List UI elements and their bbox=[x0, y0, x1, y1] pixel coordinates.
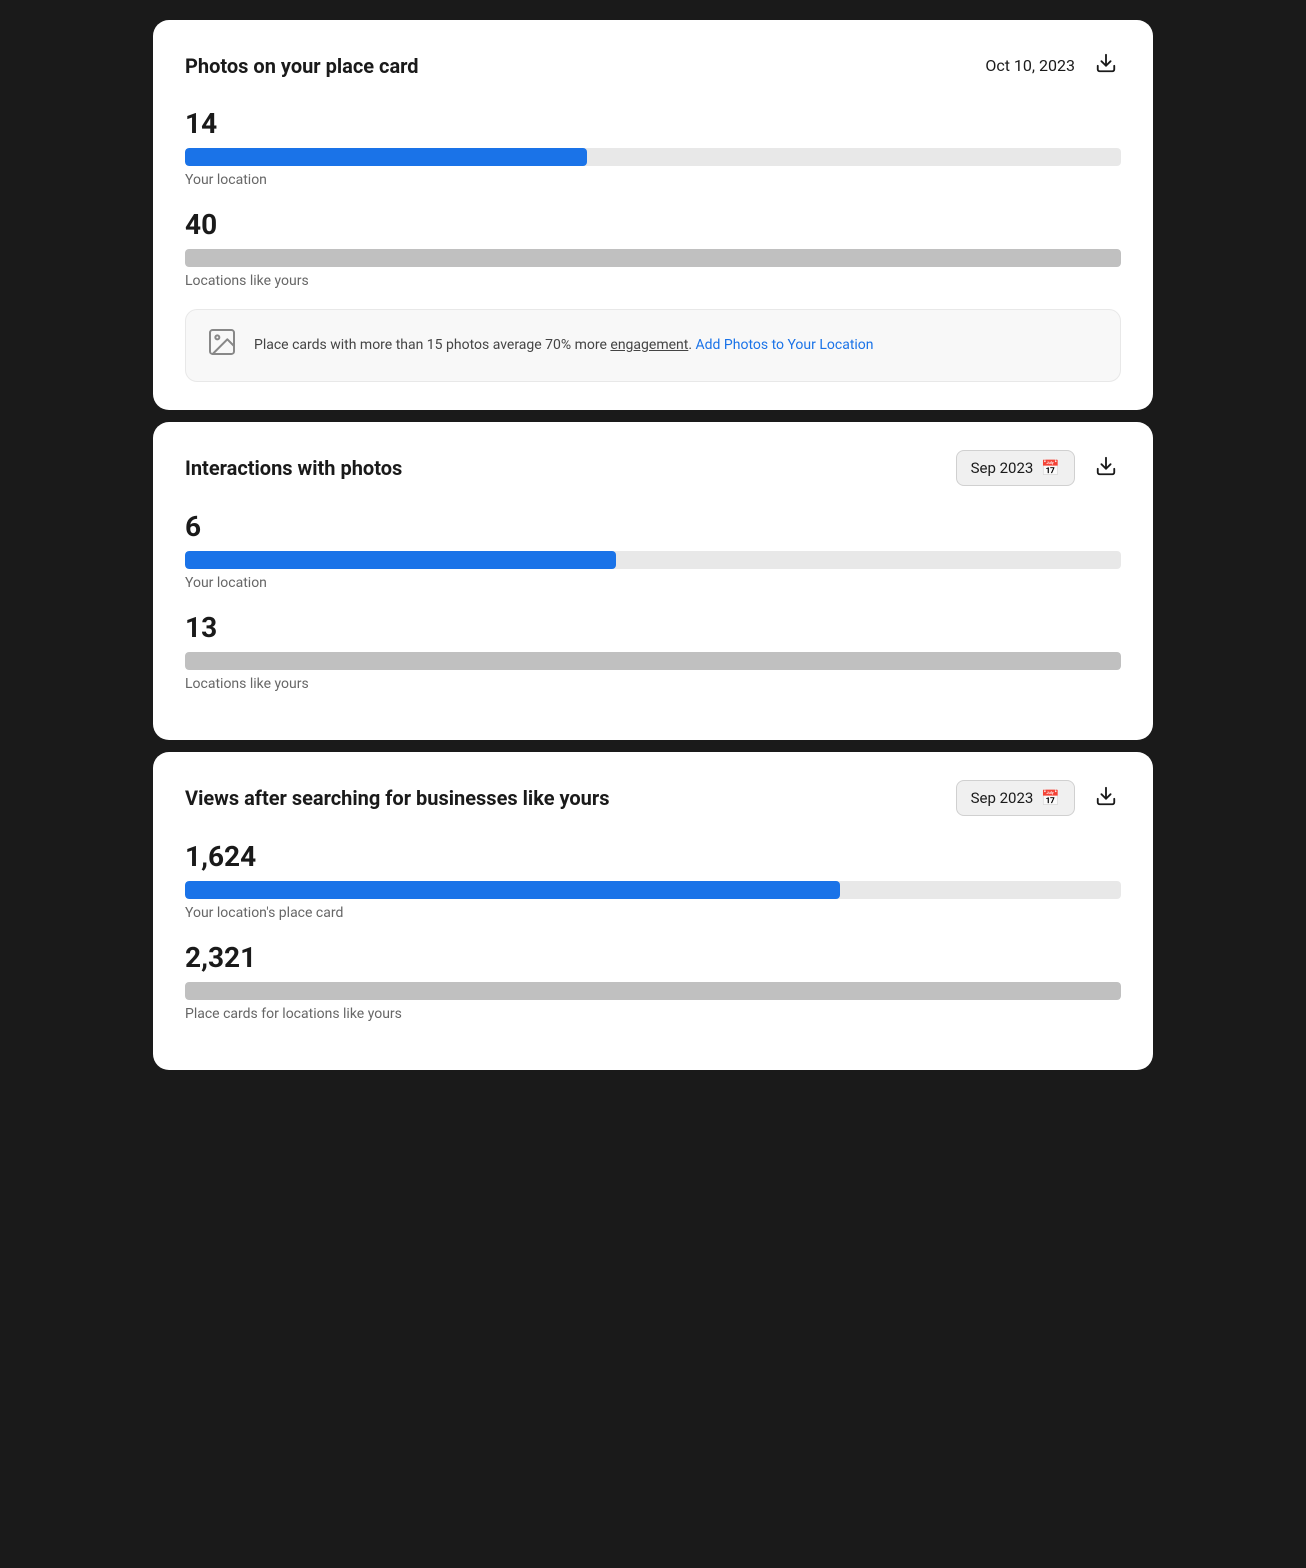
info-box-photos-info: Place cards with more than 15 photos ave… bbox=[185, 309, 1121, 382]
date-pill-interactions-with-photos[interactable]: Sep 2023 📅 bbox=[956, 450, 1075, 486]
bar-container-locations-like-yours-interactions bbox=[185, 652, 1121, 670]
metric-block-locations-like-yours-photos: 40 Locations like yours bbox=[185, 208, 1121, 289]
metric-label-your-location-views: Your location's place card bbox=[185, 905, 1121, 921]
card-photos-on-place-card: Photos on your place card Oct 10, 2023 14 Y… bbox=[153, 20, 1153, 410]
date-label-photos-on-place-card: Oct 10, 2023 bbox=[985, 56, 1075, 75]
metric-block-locations-like-yours-interactions: 13 Locations like yours bbox=[185, 611, 1121, 692]
bar-container-locations-like-yours-views bbox=[185, 982, 1121, 1000]
metric-value-your-location-interactions: 6 bbox=[185, 510, 1121, 543]
date-text-views-after-searching: Sep 2023 bbox=[971, 789, 1034, 807]
metric-block-your-location-photos: 14 Your location bbox=[185, 107, 1121, 188]
metric-block-locations-like-yours-views: 2,321 Place cards for locations like your… bbox=[185, 941, 1121, 1022]
download-button-photos-on-place-card[interactable] bbox=[1091, 48, 1121, 83]
title-photos-on-place-card: Photos on your place card bbox=[185, 54, 419, 78]
bar-fill-your-location-interactions bbox=[185, 551, 616, 569]
metric-label-locations-like-yours-interactions: Locations like yours bbox=[185, 676, 1121, 692]
metric-label-locations-like-yours-photos: Locations like yours bbox=[185, 273, 1121, 289]
header-right-photos-on-place-card: Oct 10, 2023 bbox=[985, 48, 1121, 83]
info-text: Place cards with more than 15 photos ave… bbox=[254, 335, 874, 356]
download-button-interactions-with-photos[interactable] bbox=[1091, 451, 1121, 486]
card-views-after-searching: Views after searching for businesses lik… bbox=[153, 752, 1153, 1070]
title-interactions-with-photos: Interactions with photos bbox=[185, 456, 402, 480]
card-interactions-with-photos: Interactions with photos Sep 2023 📅 6 Your l… bbox=[153, 422, 1153, 740]
bar-fill-locations-like-yours-interactions bbox=[185, 652, 1121, 670]
download-button-views-after-searching[interactable] bbox=[1091, 781, 1121, 816]
metric-block-your-location-interactions: 6 Your location bbox=[185, 510, 1121, 591]
header-views-after-searching: Views after searching for businesses lik… bbox=[185, 780, 1121, 816]
bar-container-your-location-photos bbox=[185, 148, 1121, 166]
bar-container-your-location-views bbox=[185, 881, 1121, 899]
header-interactions-with-photos: Interactions with photos Sep 2023 📅 bbox=[185, 450, 1121, 486]
add-photos-link[interactable]: Add Photos to Your Location bbox=[696, 337, 874, 353]
bar-fill-locations-like-yours-photos bbox=[185, 249, 1121, 267]
metric-value-your-location-photos: 14 bbox=[185, 107, 1121, 140]
metric-value-your-location-views: 1,624 bbox=[185, 840, 1121, 873]
engagement-underline: engagement bbox=[610, 337, 688, 353]
date-pill-views-after-searching[interactable]: Sep 2023 📅 bbox=[956, 780, 1075, 816]
metric-value-locations-like-yours-interactions: 13 bbox=[185, 611, 1121, 644]
bar-fill-your-location-views bbox=[185, 881, 840, 899]
header-photos-on-place-card: Photos on your place card Oct 10, 2023 bbox=[185, 48, 1121, 83]
bar-fill-locations-like-yours-views bbox=[185, 982, 1121, 1000]
title-views-after-searching: Views after searching for businesses lik… bbox=[185, 786, 609, 810]
metric-label-your-location-photos: Your location bbox=[185, 172, 1121, 188]
metric-label-your-location-interactions: Your location bbox=[185, 575, 1121, 591]
date-text-interactions-with-photos: Sep 2023 bbox=[971, 459, 1034, 477]
header-right-views-after-searching: Sep 2023 📅 bbox=[956, 780, 1121, 816]
metric-value-locations-like-yours-photos: 40 bbox=[185, 208, 1121, 241]
calendar-icon: 📅 bbox=[1041, 459, 1060, 477]
calendar-icon: 📅 bbox=[1041, 789, 1060, 807]
header-right-interactions-with-photos: Sep 2023 📅 bbox=[956, 450, 1121, 486]
bar-container-locations-like-yours-photos bbox=[185, 249, 1121, 267]
bar-container-your-location-interactions bbox=[185, 551, 1121, 569]
metric-label-locations-like-yours-views: Place cards for locations like yours bbox=[185, 1006, 1121, 1022]
bar-fill-your-location-photos bbox=[185, 148, 587, 166]
photo-icon bbox=[206, 326, 238, 365]
metric-block-your-location-views: 1,624 Your location's place card bbox=[185, 840, 1121, 921]
metric-value-locations-like-yours-views: 2,321 bbox=[185, 941, 1121, 974]
